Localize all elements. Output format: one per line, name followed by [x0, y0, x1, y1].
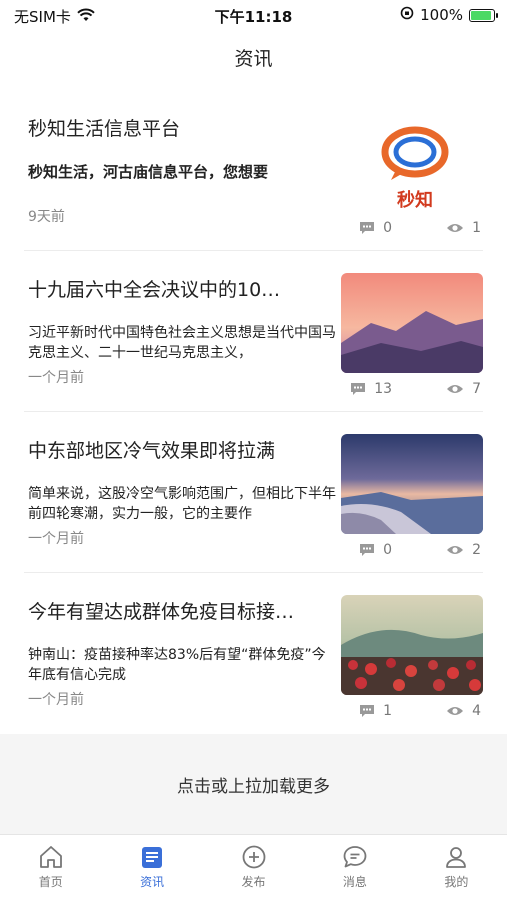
comment-count: 0	[383, 220, 393, 236]
news-summary: 习近平新时代中国特色社会主义思想是当代中国马克思主义、二十一世纪马克思主义，	[28, 325, 336, 361]
battery-percent: 100%	[420, 6, 463, 24]
eye-icon	[447, 385, 464, 393]
comment-stat[interactable]: 0	[359, 220, 392, 236]
news-item[interactable]: 中东部地区冷气效果即将拉满 简单来说，这股冷空气影响范围广，但相比下半年前四轮寒…	[24, 412, 483, 573]
news-summary: 简单来说，这股冷空气影响范围广，但相比下半年前四轮寒潮，实力一般，它的主要作	[28, 486, 336, 522]
tab-messages[interactable]: 消息	[304, 835, 405, 900]
view-count: 4	[472, 703, 481, 719]
eye-icon	[447, 546, 464, 554]
news-thumbnail	[341, 434, 483, 534]
page-title: 资讯	[234, 48, 273, 70]
tab-label: 消息	[342, 875, 367, 889]
news-stats: 0 1	[359, 220, 481, 236]
view-stat: 4	[446, 703, 481, 719]
news-icon	[142, 847, 163, 868]
svg-text:秒知: 秒知	[397, 189, 433, 211]
tab-news[interactable]: 资讯	[101, 835, 202, 900]
tab-bar: 首页 资讯 发布 消息 我的	[0, 834, 507, 900]
news-summary: 钟南山：疫苗接种率达83%后有望“群体免疫”今年底有信心完成	[28, 647, 326, 683]
news-item[interactable]: 今年有望达成群体免疫目标接… 钟南山：疫苗接种率达83%后有望“群体免疫”今年底…	[24, 573, 483, 734]
comment-stat[interactable]: 1	[359, 703, 392, 719]
comment-icon	[360, 222, 375, 234]
comment-stat[interactable]: 13	[350, 381, 392, 397]
news-item[interactable]: 十九届六中全会决议中的10… 习近平新时代中国特色社会主义思想是当代中国马克思主…	[24, 251, 483, 412]
add-circle-icon	[242, 845, 265, 869]
news-thumbnail: 秒知	[341, 112, 483, 212]
view-count: 1	[472, 220, 481, 236]
comment-count: 0	[383, 542, 393, 558]
comment-count: 13	[374, 381, 393, 397]
view-stat: 1	[446, 220, 481, 236]
battery-icon	[469, 8, 498, 22]
tab-profile[interactable]: 我的	[406, 835, 507, 900]
message-icon	[343, 846, 367, 868]
comment-icon	[360, 705, 375, 717]
home-icon	[39, 846, 62, 868]
coastal-town-image	[341, 434, 483, 534]
tab-label: 我的	[444, 875, 469, 889]
news-thumbnail	[341, 595, 483, 695]
news-time: 9天前	[28, 209, 65, 225]
comment-stat[interactable]: 0	[359, 542, 392, 558]
news-time: 一个月前	[28, 370, 84, 386]
tab-label: 资讯	[140, 875, 165, 889]
flower-field-image	[341, 595, 483, 695]
news-stats: 1 4	[359, 703, 481, 719]
comment-count: 1	[383, 703, 393, 719]
eye-icon	[447, 224, 464, 232]
news-title: 秒知生活信息平台	[28, 118, 181, 140]
news-list: 秒知生活信息平台 秒知生活，河古庙信息平台，您想要 9天前 秒知 0 1 十九届…	[0, 90, 507, 734]
news-time: 一个月前	[28, 531, 84, 547]
news-title: 十九届六中全会决议中的10…	[28, 279, 281, 301]
tab-home[interactable]: 首页	[0, 835, 101, 900]
status-right: 100%	[400, 6, 498, 24]
orientation-lock-icon	[400, 6, 414, 24]
tab-label: 发布	[241, 875, 266, 889]
view-stat: 7	[446, 381, 481, 397]
news-title: 今年有望达成群体免疫目标接…	[28, 601, 295, 623]
view-count: 2	[472, 542, 481, 558]
tab-publish[interactable]: 发布	[203, 835, 304, 900]
news-summary: 秒知生活，河古庙信息平台，您想要	[28, 163, 269, 181]
news-stats: 13 7	[350, 381, 481, 397]
status-bar: 无SIM卡 下午11:18 100%	[0, 0, 507, 30]
news-time: 一个月前	[28, 692, 84, 708]
tab-label: 首页	[38, 875, 63, 889]
news-stats: 0 2	[359, 542, 481, 558]
view-count: 7	[472, 381, 481, 397]
view-stat: 2	[446, 542, 481, 558]
comment-icon	[351, 383, 366, 395]
miaozhi-logo: 秒知	[381, 126, 449, 211]
eye-icon	[447, 707, 464, 715]
news-thumbnail	[341, 273, 483, 373]
load-more-button[interactable]: 点击或上拉加载更多	[0, 734, 507, 834]
news-item[interactable]: 秒知生活信息平台 秒知生活，河古庙信息平台，您想要 9天前 秒知 0 1	[24, 90, 483, 251]
news-title: 中东部地区冷气效果即将拉满	[28, 440, 276, 462]
mountain-sunset-image	[341, 273, 483, 373]
comment-icon	[360, 544, 375, 556]
profile-icon	[446, 847, 467, 868]
